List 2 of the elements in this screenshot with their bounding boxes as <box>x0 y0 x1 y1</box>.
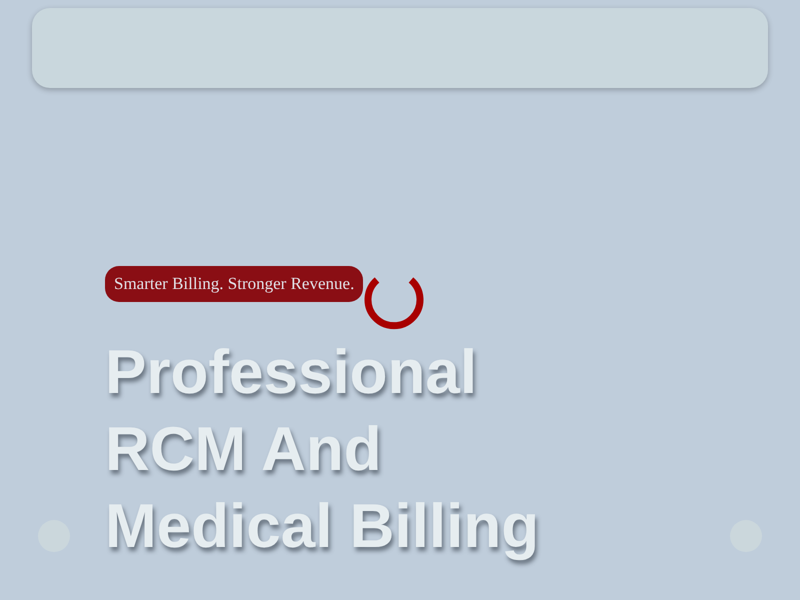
tagline-badge: Smarter Billing. Stronger Revenue. <box>105 266 364 302</box>
hero-heading: Professional RCM And Medical Billing <box>105 337 540 563</box>
